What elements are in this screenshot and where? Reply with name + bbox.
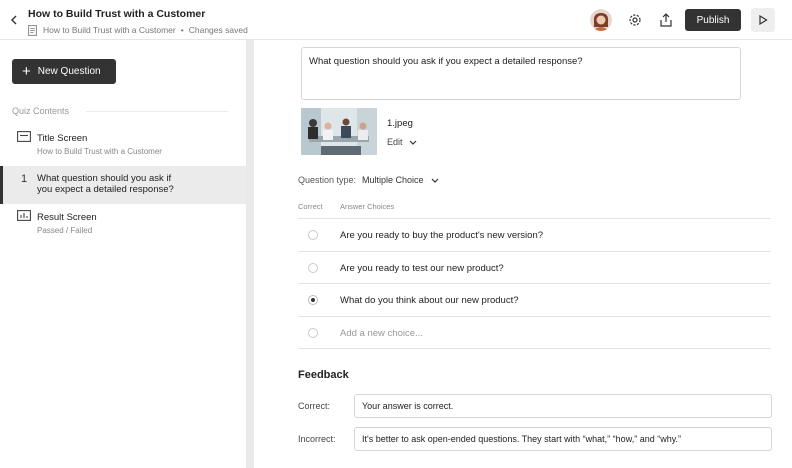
question-type-select[interactable]: Multiple Choice [362, 175, 439, 185]
question-image-thumbnail[interactable] [301, 108, 377, 155]
sidebar: + New Question Quiz Contents Title Scree… [0, 40, 246, 468]
correct-radio-choice-1[interactable] [308, 230, 318, 240]
answer-choice-3[interactable]: What do you think about our new product? [340, 295, 519, 306]
answer-choice-2[interactable]: Are you ready to test our new product? [340, 263, 504, 274]
question-text-input[interactable]: What question should you ask if you expe… [301, 47, 741, 100]
divider [298, 316, 771, 317]
divider [298, 251, 771, 252]
question-type-value: Multiple Choice [362, 175, 424, 185]
course-title: How to Build Trust with a Customer [28, 8, 206, 20]
panel-splitter[interactable] [246, 40, 254, 468]
new-question-label: New Question [37, 66, 101, 77]
quiz-contents-heading: Quiz Contents [12, 106, 70, 116]
sidebar-item-sub: How to Build Trust with a Customer [37, 147, 162, 156]
preview-play-button[interactable] [751, 8, 775, 32]
sidebar-item-question-1[interactable]: 1 What question should you ask if you ex… [0, 166, 246, 204]
question-number: 1 [21, 173, 28, 185]
top-bar: How to Build Trust with a Customer How t… [0, 0, 792, 40]
divider [86, 111, 228, 112]
document-icon [28, 24, 37, 36]
title-screen-icon [17, 131, 31, 142]
sidebar-item-label: Title Screen [37, 133, 88, 144]
feedback-correct-input[interactable]: Your answer is correct. [354, 394, 772, 418]
back-chevron-icon[interactable] [6, 12, 22, 28]
publish-button[interactable]: Publish [685, 9, 741, 31]
breadcrumb-course[interactable]: How to Build Trust with a Customer [43, 25, 176, 35]
correct-radio-choice-3[interactable] [308, 295, 318, 305]
column-header-choices: Answer Choices [340, 202, 395, 211]
answer-choice-1[interactable]: Are you ready to buy the product's new v… [340, 230, 543, 241]
sidebar-item-label: Result Screen [37, 212, 97, 223]
breadcrumb: How to Build Trust with a Customer • Cha… [28, 24, 248, 36]
question-type-label: Question type: [298, 175, 357, 185]
settings-gear-icon[interactable] [626, 11, 644, 29]
sidebar-item-title-screen[interactable]: Title Screen How to Build Trust with a C… [0, 129, 246, 161]
chevron-down-icon [409, 140, 416, 145]
add-new-choice-input[interactable]: Add a new choice... [340, 328, 423, 339]
divider [298, 283, 771, 284]
share-upload-icon[interactable] [657, 11, 675, 29]
question-label-line2: you expect a detailed response? [37, 184, 174, 195]
sidebar-item-result-screen[interactable]: Result Screen Passed / Failed [0, 208, 246, 240]
correct-radio-choice-2[interactable] [308, 263, 318, 273]
feedback-incorrect-label: Incorrect: [298, 434, 336, 444]
sidebar-item-sub: Passed / Failed [37, 226, 93, 235]
edit-label: Edit [387, 137, 403, 147]
question-editor: What question should you ask if you expe… [254, 40, 792, 468]
new-question-button[interactable]: + New Question [12, 59, 116, 84]
question-label-line1: What question should you ask if [37, 173, 172, 184]
chevron-down-icon [431, 178, 438, 183]
save-status: Changes saved [188, 25, 248, 35]
image-filename: 1.jpeg [387, 118, 413, 129]
image-edit-dropdown[interactable]: Edit [387, 137, 417, 147]
breadcrumb-separator: • [180, 25, 184, 35]
result-chart-icon [17, 210, 31, 221]
play-icon [759, 15, 768, 25]
feedback-correct-label: Correct: [298, 401, 331, 411]
divider [298, 348, 771, 349]
column-header-correct: Correct [298, 202, 323, 211]
user-avatar[interactable] [590, 9, 612, 31]
correct-radio-new-choice[interactable] [308, 328, 318, 338]
feedback-heading: Feedback [298, 369, 349, 381]
plus-icon: + [22, 63, 31, 80]
divider [298, 218, 771, 219]
feedback-incorrect-input[interactable]: It's better to ask open-ended questions.… [354, 427, 772, 451]
